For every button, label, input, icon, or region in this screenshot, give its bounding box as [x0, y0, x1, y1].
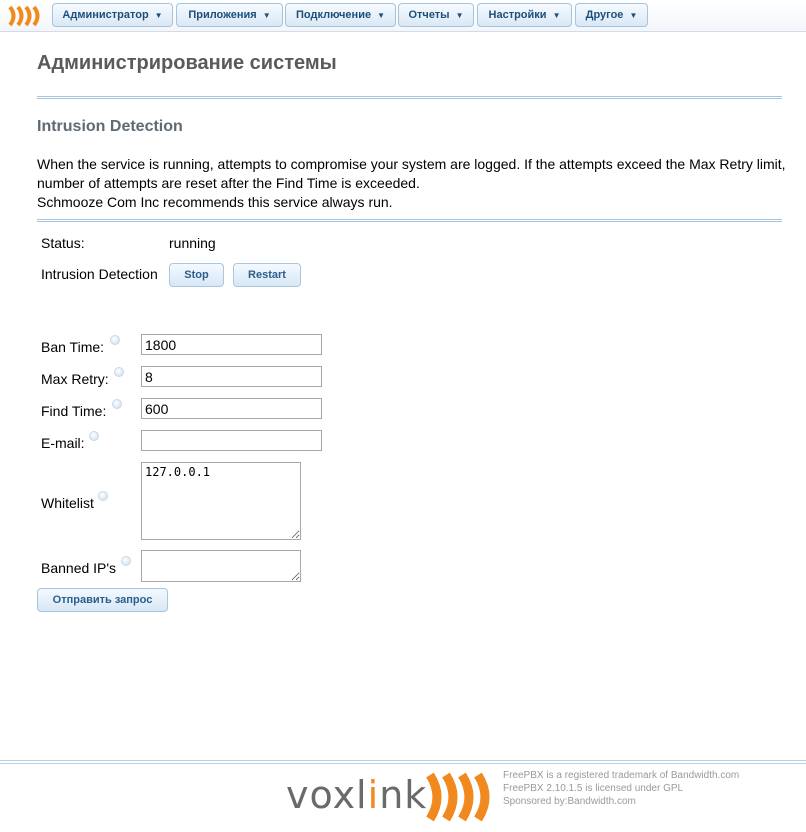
- legal-text: FreePBX is a registered trademark of Ban…: [503, 769, 739, 808]
- brand-suffix: nk: [379, 773, 428, 817]
- top-nav-bar: Администратор ▼ Приложения ▼ Подключение…: [0, 0, 806, 32]
- banned-ips-label: Banned IP's: [41, 560, 117, 576]
- help-icon[interactable]: [121, 556, 131, 566]
- brand-accent: i: [367, 773, 380, 817]
- chevron-down-icon: ▼: [262, 10, 271, 20]
- max-retry-input[interactable]: [141, 366, 322, 387]
- freepbx-logo-icon[interactable]: [8, 5, 44, 27]
- max-retry-label: Max Retry:: [41, 371, 109, 387]
- menu-admin-label: Администратор: [62, 9, 149, 21]
- whitelist-label: Whitelist: [41, 495, 94, 511]
- banned-ips-textarea[interactable]: [141, 550, 301, 582]
- menu-other-label: Другое: [585, 9, 624, 21]
- help-icon[interactable]: [98, 491, 108, 501]
- divider: [37, 219, 782, 222]
- menu-settings[interactable]: Настройки ▼: [477, 3, 572, 27]
- email-label: E-mail:: [41, 435, 85, 451]
- menu-connectivity-label: Подключение: [295, 9, 372, 21]
- status-label: Status:: [41, 235, 85, 251]
- voxlink-mark-icon: [426, 772, 490, 822]
- find-time-label: Find Time:: [41, 403, 107, 419]
- status-value: running: [169, 235, 216, 251]
- voxlink-logo: voxlink: [286, 773, 427, 817]
- restart-button[interactable]: Restart: [233, 263, 301, 287]
- chevron-down-icon: ▼: [455, 10, 464, 20]
- menu-settings-label: Настройки: [488, 9, 547, 21]
- chevron-down-icon: ▼: [629, 10, 638, 20]
- whitelist-textarea[interactable]: 127.0.0.1: [141, 462, 301, 540]
- legal-license-link[interactable]: FreePBX 2.10.1.5 is licensed under GPL: [503, 782, 739, 795]
- page-title: Администрирование системы: [37, 52, 337, 74]
- menu-reports-label: Отчеты: [408, 9, 450, 21]
- service-label: Intrusion Detection: [41, 266, 158, 282]
- chevron-down-icon: ▼: [552, 10, 561, 20]
- menu-reports[interactable]: Отчеты ▼: [398, 3, 474, 27]
- service-description: When the service is running, attempts to…: [37, 155, 786, 212]
- footer-divider: [0, 760, 806, 764]
- menu-admin[interactable]: Администратор ▼: [52, 3, 173, 27]
- section-title: Intrusion Detection: [37, 118, 183, 135]
- submit-button[interactable]: Отправить запрос: [37, 588, 168, 612]
- description-line: number of attempts are reset after the F…: [37, 175, 420, 191]
- brand-prefix: voxl: [286, 773, 368, 817]
- menu-applications-label: Приложения: [188, 9, 257, 21]
- description-line: When the service is running, attempts to…: [37, 156, 786, 172]
- find-time-input[interactable]: [141, 398, 322, 419]
- legal-trademark-link[interactable]: FreePBX is a registered trademark of Ban…: [503, 769, 739, 782]
- description-line: Schmooze Com Inc recommends this service…: [37, 194, 393, 210]
- menu-connectivity[interactable]: Подключение ▼: [285, 3, 396, 27]
- divider: [37, 96, 782, 99]
- help-icon[interactable]: [110, 335, 120, 345]
- help-icon[interactable]: [114, 367, 124, 377]
- help-icon[interactable]: [89, 431, 99, 441]
- menu-applications[interactable]: Приложения ▼: [176, 3, 283, 27]
- chevron-down-icon: ▼: [154, 10, 163, 20]
- ban-time-label: Ban Time:: [41, 339, 105, 355]
- help-icon[interactable]: [112, 399, 122, 409]
- ban-time-input[interactable]: [141, 334, 322, 355]
- menu-other[interactable]: Другое ▼: [575, 3, 648, 27]
- stop-button[interactable]: Stop: [169, 263, 224, 287]
- email-input[interactable]: [141, 430, 322, 451]
- legal-sponsor-link[interactable]: Sponsored by:Bandwidth.com: [503, 795, 739, 808]
- chevron-down-icon: ▼: [377, 10, 385, 20]
